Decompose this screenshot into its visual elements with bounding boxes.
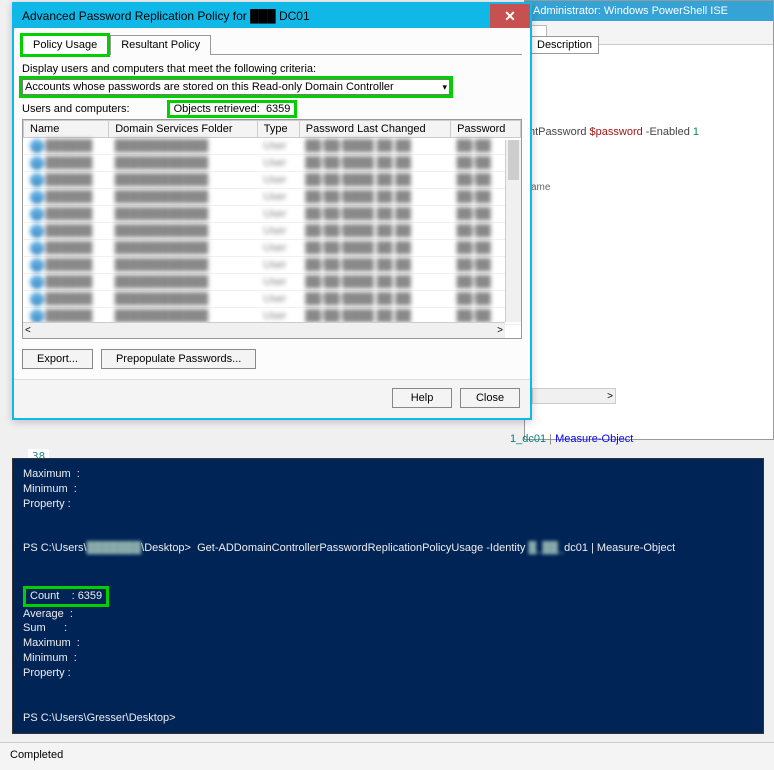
table-row[interactable]: ██████████████████User██/██/████ ██:████… <box>24 240 521 257</box>
column-header[interactable]: Name <box>24 121 109 138</box>
chevron-down-icon: ▾ <box>442 82 447 93</box>
dialog-titlebar[interactable]: Advanced Password Replication Policy for… <box>14 4 530 28</box>
table-row[interactable]: ██████████████████User██/██/████ ██:████… <box>24 189 521 206</box>
dialog-password-replication: Advanced Password Replication Policy for… <box>12 2 532 420</box>
console-line: Property : <box>23 497 753 512</box>
ise-script-pane[interactable]: ntPassword $password -Enabled 1 <box>525 45 773 142</box>
status-bar: Completed <box>0 742 774 770</box>
user-icon <box>30 275 44 289</box>
bottom-bar: | <box>546 433 555 445</box>
count-highlight: Count : 6359 <box>23 586 109 607</box>
user-icon <box>30 139 44 153</box>
criteria-select[interactable]: Accounts whose passwords are stored on t… <box>22 79 450 95</box>
console-line: Average : <box>23 607 753 622</box>
ise-misc-text: ame <box>525 142 773 197</box>
column-header[interactable]: Type <box>257 121 299 138</box>
criteria-value: Accounts whose passwords are stored on t… <box>25 81 394 93</box>
column-header[interactable]: Password <box>451 121 521 138</box>
vertical-scrollbar[interactable] <box>505 140 521 322</box>
user-icon <box>30 309 44 323</box>
user-icon <box>30 173 44 187</box>
console-prompt: PS C:\Users\███████\Desktop> Get-ADDomai… <box>23 541 753 556</box>
user-icon <box>30 207 44 221</box>
user-icon <box>30 190 44 204</box>
users-computers-label: Users and computers: <box>22 103 130 115</box>
table-row[interactable]: ██████████████████User██/██/████ ██:████… <box>24 138 521 155</box>
console-prompt: PS C:\Users\Gresser\Desktop> <box>23 711 753 726</box>
table-row[interactable]: ██████████████████User██/██/████ ██:████… <box>24 274 521 291</box>
accounts-table[interactable]: NameDomain Services FolderTypePassword L… <box>22 119 522 339</box>
table-row[interactable]: ██████████████████User██/██/████ ██:████… <box>24 172 521 189</box>
column-header[interactable]: Domain Services Folder <box>109 121 258 138</box>
ise-window: Administrator: Windows PowerShell ISE nt… <box>524 0 774 440</box>
console-line: Maximum : <box>23 467 753 482</box>
criteria-label: Display users and computers that meet th… <box>22 63 522 75</box>
user-icon <box>30 241 44 255</box>
bottom-token-b: Measure-Object <box>555 433 633 445</box>
table-row[interactable]: ██████████████████User██/██/████ ██:████… <box>24 206 521 223</box>
tab-resultant-policy[interactable]: Resultant Policy <box>110 35 211 55</box>
table-row[interactable]: ██████████████████User██/██/████ ██:████… <box>24 291 521 308</box>
table-row[interactable]: ██████████████████User██/██/████ ██:████… <box>24 223 521 240</box>
bottom-token-a: 1_dc01 <box>510 433 546 445</box>
script-num: 1 <box>693 126 699 138</box>
dialog-title: Advanced Password Replication Policy for… <box>22 9 310 23</box>
table-row[interactable]: ██████████████████User██/██/████ ██:████… <box>24 155 521 172</box>
export-button[interactable]: Export... <box>22 349 93 369</box>
tab-policy-usage[interactable]: Policy Usage <box>22 35 108 55</box>
column-header[interactable]: Password Last Changed <box>299 121 450 138</box>
console-pane[interactable]: Maximum : Minimum : Property : PS C:\Use… <box>12 458 764 734</box>
console-line: Sum : <box>23 621 753 636</box>
tabstrip: Policy Usage Resultant Policy <box>22 34 522 55</box>
objects-retrieved: Objects retrieved: 6359 <box>170 103 295 115</box>
back-scrollbar[interactable]: > <box>532 388 616 404</box>
horizontal-scrollbar[interactable]: <> <box>23 322 505 338</box>
console-line: Property : <box>23 666 753 681</box>
console-line: Maximum : <box>23 636 753 651</box>
user-icon <box>30 292 44 306</box>
prepopulate-button[interactable]: Prepopulate Passwords... <box>101 349 256 369</box>
user-icon <box>30 224 44 238</box>
close-button[interactable]: ✕ <box>490 4 530 28</box>
console-line: Minimum : <box>23 651 753 666</box>
script-frag2: -Enabled <box>643 126 693 138</box>
ise-bottom-line: 1_dc01 | Measure-Object <box>510 432 633 445</box>
close-footer-button[interactable]: Close <box>460 388 520 408</box>
user-icon <box>30 156 44 170</box>
table-row[interactable]: ██████████████████User██/██/████ ██:████… <box>24 257 521 274</box>
user-icon <box>30 258 44 272</box>
help-button[interactable]: Help <box>392 388 452 408</box>
script-frag: ntPassword <box>529 126 590 138</box>
script-var: $password <box>590 126 643 138</box>
close-icon: ✕ <box>504 8 516 25</box>
back-tab-description[interactable]: Description <box>530 36 599 54</box>
ise-titlebar: Administrator: Windows PowerShell ISE <box>525 1 773 21</box>
console-line: Minimum : <box>23 482 753 497</box>
